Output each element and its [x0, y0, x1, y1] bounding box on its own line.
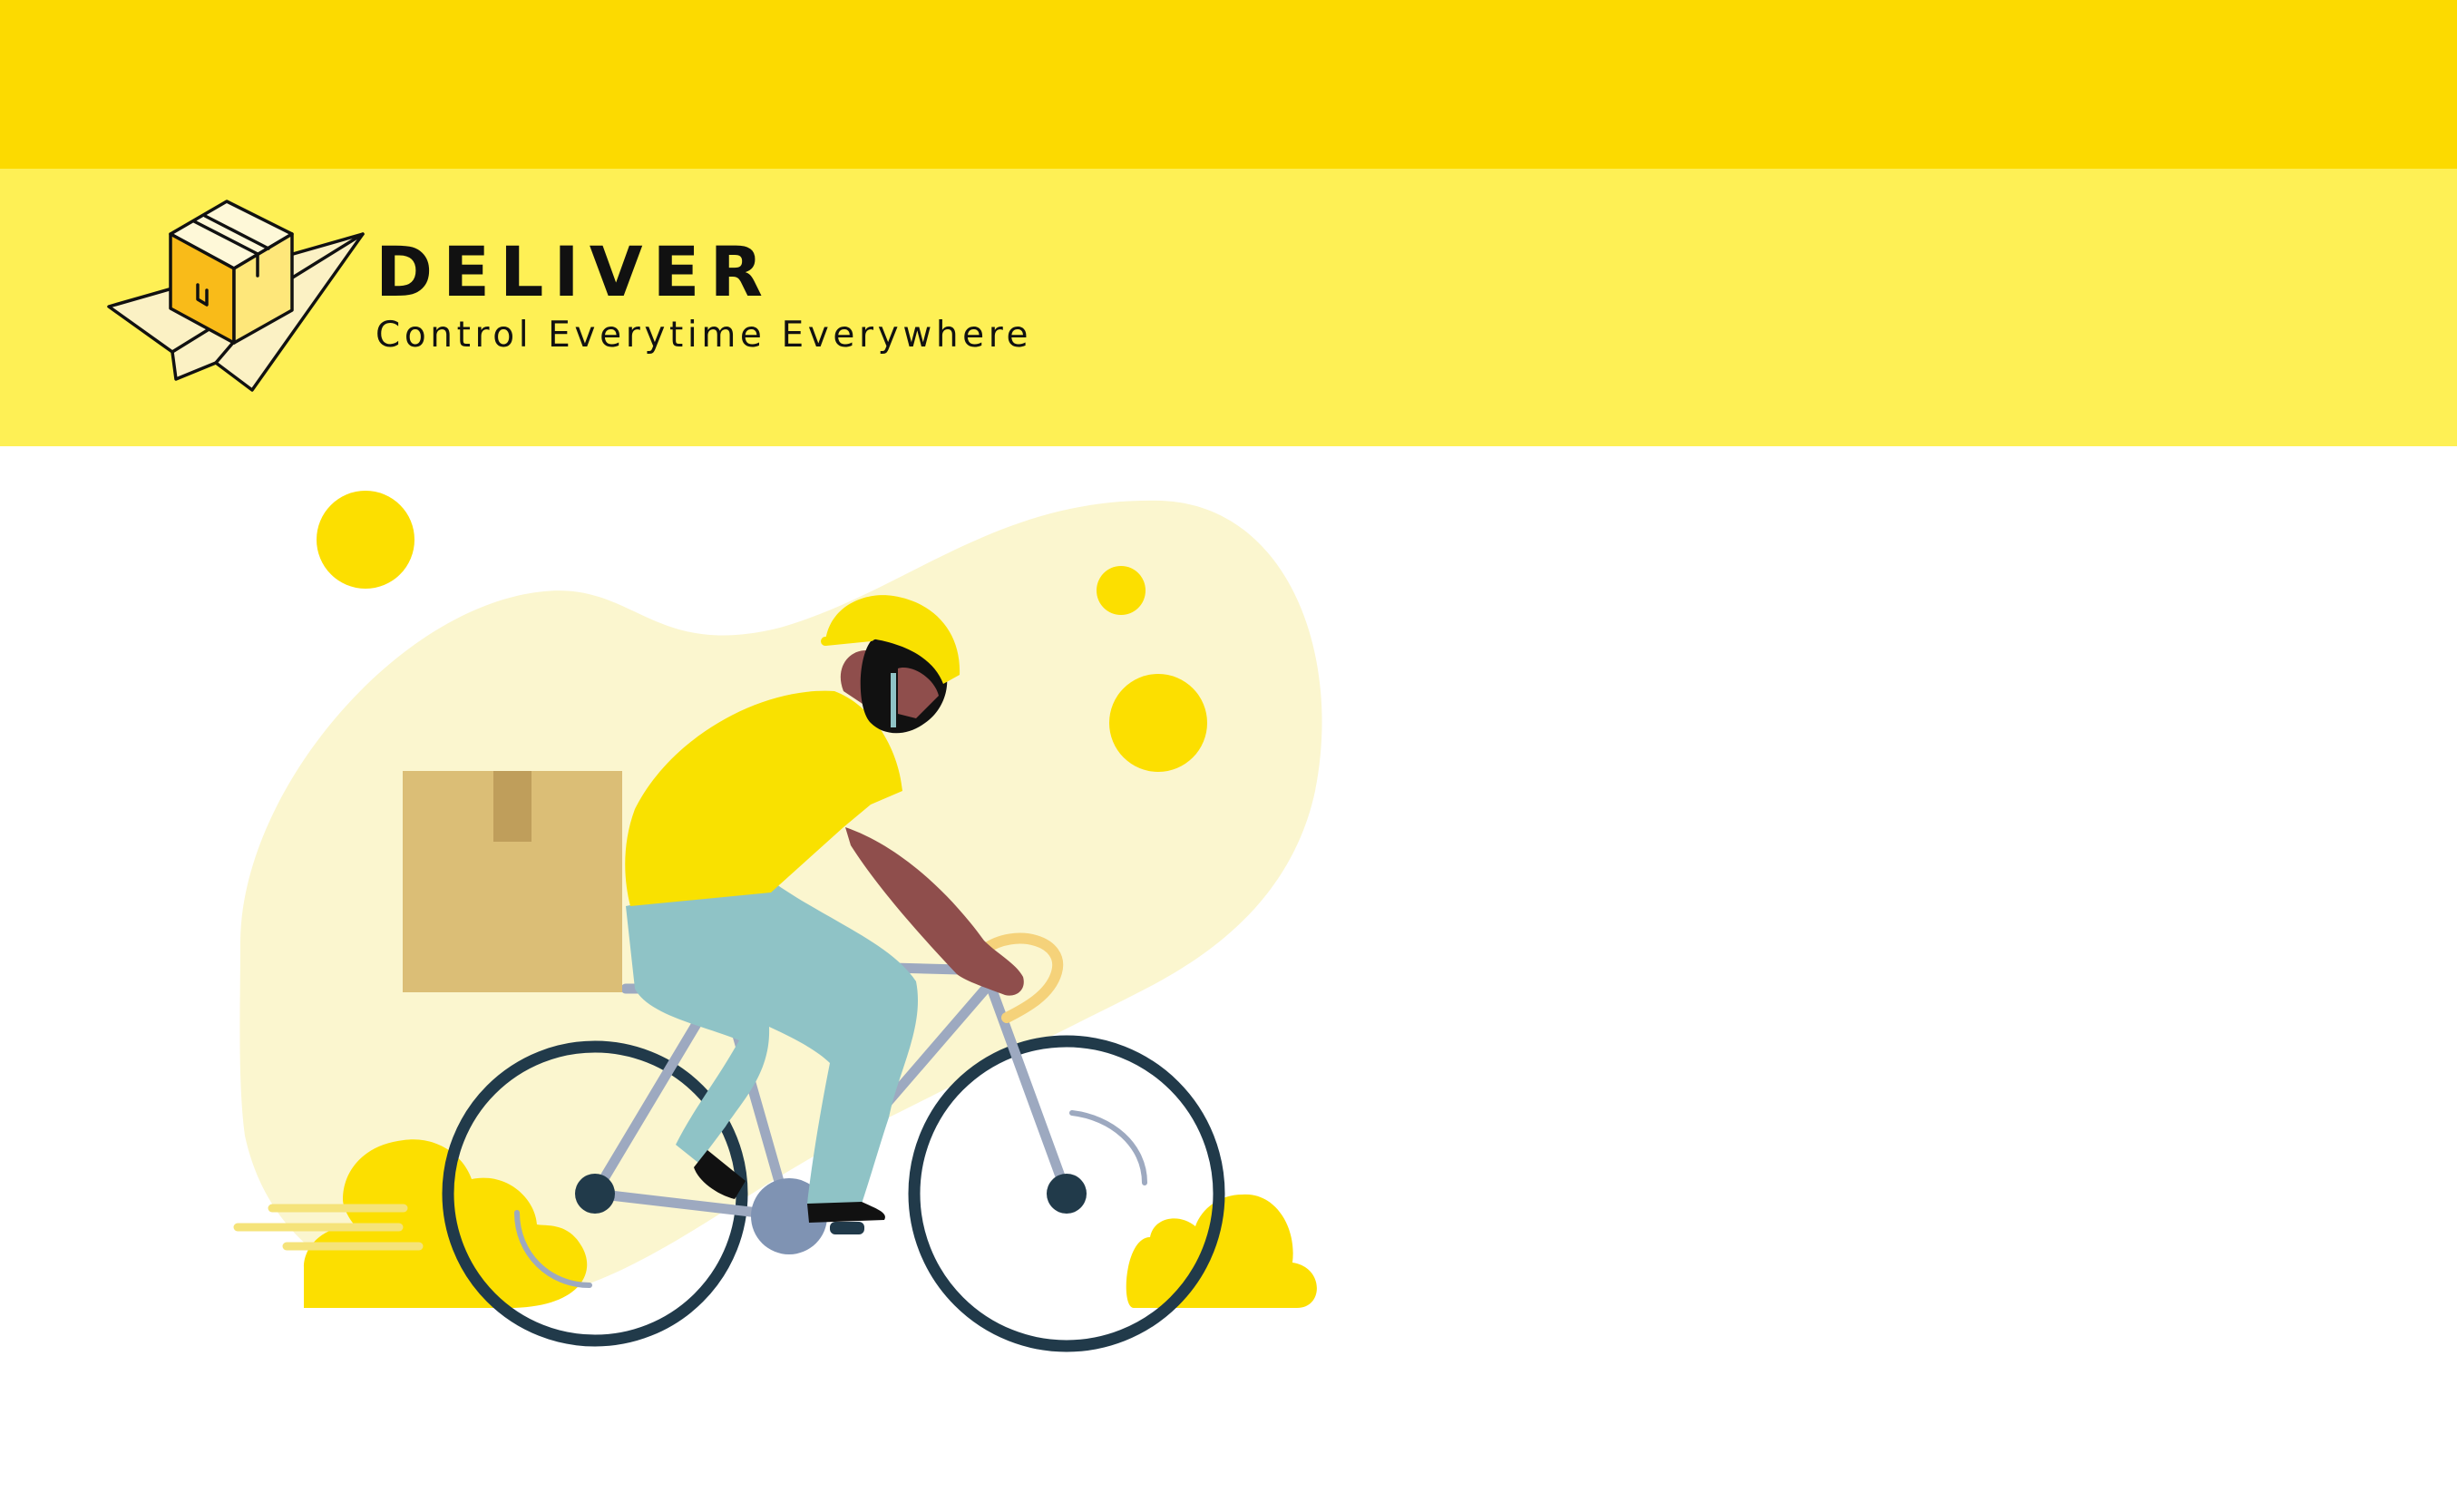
rear-hub: [575, 1174, 615, 1214]
page: DELIVER Control Everytime Everywhere: [0, 0, 2457, 1512]
package-paper-plane-icon: [107, 200, 365, 392]
dot-medium-right: [1109, 674, 1207, 772]
rider-shoe-front: [807, 1202, 885, 1223]
top-strip: [0, 0, 2457, 169]
dot-small-right: [1097, 566, 1146, 615]
courier-on-bicycle-illustration: [233, 491, 1322, 1352]
brand-name: DELIVER: [375, 231, 773, 312]
box-tape: [493, 771, 531, 842]
front-hub: [1047, 1174, 1087, 1214]
dot-large-left: [317, 491, 414, 589]
brand-tagline: Control Everytime Everywhere: [375, 315, 1033, 356]
